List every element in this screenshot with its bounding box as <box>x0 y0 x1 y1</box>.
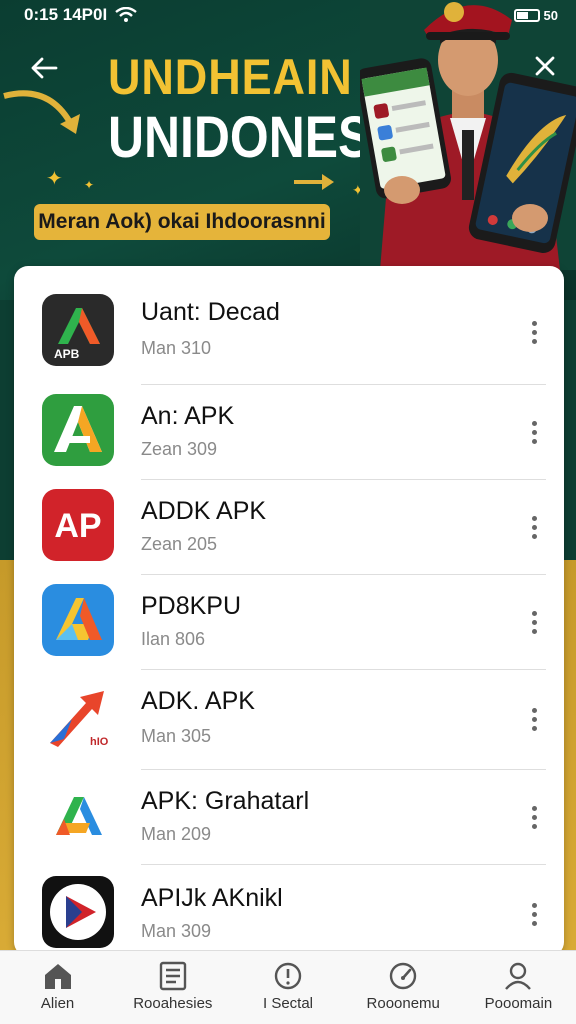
gauge-icon <box>390 962 417 990</box>
app-subtitle: Man 305 <box>141 726 212 746</box>
nav-item-gauge[interactable]: Rooonemu <box>346 951 461 1024</box>
nav-label: Pooomain <box>484 995 553 1012</box>
battery-text: 50 <box>543 7 558 23</box>
close-icon <box>535 56 555 76</box>
nav-label: Alien <box>40 995 75 1012</box>
arrow-right-icon <box>294 174 334 190</box>
svg-text:hIO: hIO <box>90 736 109 748</box>
list-item[interactable]: APK: Grahatarl Man 209 <box>14 769 564 865</box>
list-item[interactable]: APB Uant: Decad Man 310 <box>14 284 564 380</box>
nav-item-documents[interactable]: Rooahesies <box>115 951 230 1024</box>
app-subtitle: Ilan 806 <box>141 629 206 649</box>
hero-banner: Meran Aok) okai Ihdoorasnni <box>34 204 330 240</box>
close-button[interactable] <box>527 48 563 84</box>
more-options-button[interactable] <box>522 310 546 354</box>
info-icon <box>274 962 302 990</box>
app-list: APB Uant: Decad Man 310 An: APK Zean 309… <box>14 266 564 956</box>
list-item[interactable]: APIJk AKnikl Man 309 <box>14 864 564 956</box>
document-icon <box>159 961 186 991</box>
app-name: APK: Grahatarl <box>141 787 310 815</box>
app-icon-a-dark: APB <box>42 294 114 366</box>
list-item[interactable]: PD8KPU Ilan 806 <box>14 574 564 670</box>
app-icon-a-green <box>42 394 114 466</box>
hero-person-illustration <box>360 0 576 270</box>
curved-arrow-icon <box>3 90 80 134</box>
app-name: An: APK <box>141 402 235 430</box>
nav-label: Rooonemu <box>366 995 440 1012</box>
app-name: APIJk AKnikl <box>141 884 283 912</box>
more-options-button[interactable] <box>522 795 546 839</box>
app-icon-ap-red: AP <box>42 489 114 561</box>
app-icon-play <box>42 876 114 948</box>
arrow-left-icon <box>31 57 58 79</box>
app-name: ADDK APK <box>141 497 267 525</box>
status-bar: 0:15 14P0I 50 <box>0 0 576 30</box>
list-item[interactable]: An: APK Zean 309 <box>14 384 564 480</box>
battery-icon <box>513 8 540 22</box>
back-button[interactable] <box>26 50 62 86</box>
app-name: ADK. APK <box>141 687 255 715</box>
hero-title-line1: UNDHEAIN <box>108 49 353 105</box>
more-options-button[interactable] <box>522 410 546 454</box>
more-options-button[interactable] <box>522 892 546 936</box>
more-options-button[interactable] <box>522 505 546 549</box>
wifi-icon <box>115 7 137 22</box>
more-options-button[interactable] <box>522 600 546 644</box>
app-subtitle: Man 310 <box>141 338 212 358</box>
nav-label: Rooahesies <box>133 995 213 1012</box>
nav-label: I Sectal <box>262 995 314 1012</box>
app-name: PD8KPU <box>141 592 242 620</box>
app-subtitle: Zean 205 <box>141 534 218 554</box>
list-item[interactable]: AP ADDK APK Zean 205 <box>14 479 564 575</box>
home-icon <box>44 964 71 989</box>
sparkle-icon: ✦ <box>46 168 63 190</box>
nav-item-info[interactable]: I Sectal <box>230 951 345 1024</box>
app-subtitle: Man 209 <box>141 824 212 844</box>
bottom-navigation: Alien Rooahesies I Sectal Rooonemu Pooom… <box>0 950 576 1024</box>
svg-text:AP: AP <box>54 507 101 545</box>
app-subtitle: Zean 309 <box>141 439 218 459</box>
list-item[interactable]: hIO ADK. APK Man 305 <box>14 669 564 769</box>
more-options-button[interactable] <box>522 697 546 741</box>
svg-text:APB: APB <box>54 347 80 361</box>
sparkle-icon: ✦ <box>84 178 95 192</box>
app-subtitle: Man 309 <box>141 921 212 941</box>
app-icon-a-multicolor <box>42 779 114 851</box>
nav-item-profile[interactable]: Pooomain <box>461 951 576 1024</box>
status-time: 0:15 14P0I <box>24 5 108 24</box>
person-icon <box>505 962 532 990</box>
app-name: Uant: Decad <box>141 298 280 326</box>
nav-item-home[interactable]: Alien <box>0 951 115 1024</box>
app-icon-arrow-red: hIO <box>42 681 114 753</box>
app-icon-a-blue <box>42 584 114 656</box>
